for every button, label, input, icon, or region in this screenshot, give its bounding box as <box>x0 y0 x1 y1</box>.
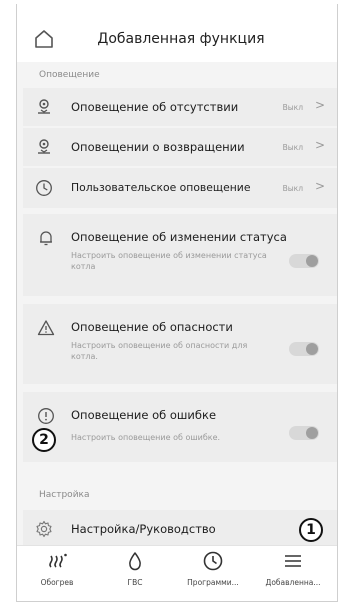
tab-added-functions[interactable]: Добавленна... <box>255 550 331 587</box>
chevron-right-icon: > <box>314 179 325 193</box>
card-title: Оповещение об ошибке <box>71 408 217 422</box>
row-label: Настройка/Руководство <box>71 522 216 536</box>
tab-heating[interactable]: Обогрев <box>19 550 95 587</box>
section-label-settings: Настройка <box>39 490 90 500</box>
danger-notification-card: Оповещение об опасности Настроить оповещ… <box>23 304 337 384</box>
clock-icon <box>203 551 223 571</box>
callout-marker-1: 1 <box>299 518 323 542</box>
water-drop-icon <box>129 552 141 571</box>
card-description: Настроить оповещение об изменении статус… <box>71 251 267 271</box>
status-change-toggle[interactable] <box>289 254 319 268</box>
header: Добавленная функция <box>17 4 337 62</box>
row-value: Выкл <box>282 184 303 193</box>
section-label-notifications: Оповещение <box>39 70 100 80</box>
bell-icon <box>40 231 52 246</box>
error-notification-card: Оповещение об ошибке Настроить оповещени… <box>23 392 337 462</box>
card-description: Настроить оповещение об опасности для ко… <box>71 341 248 361</box>
absence-notification-row[interactable]: Оповещение об отсутствии Выкл > <box>23 88 337 126</box>
chevron-right-icon: > <box>314 98 325 112</box>
row-label: Оповещение об отсутствии <box>71 100 239 114</box>
tab-label: Обогрев <box>40 578 74 587</box>
danger-toggle[interactable] <box>289 342 319 356</box>
card-description: Настроить оповещение об ошибке. <box>71 433 221 442</box>
return-notification-row[interactable]: Оповещении о возвращении Выкл > <box>23 128 337 166</box>
row-label: Пользовательское оповещение <box>71 181 251 194</box>
settings-guide-row[interactable]: Настройка/Руководство <box>23 510 337 550</box>
status-change-notification-card: Оповещение об изменении статуса Настроит… <box>23 214 337 296</box>
tab-label: ГВС <box>127 578 143 587</box>
person-pin-icon <box>38 99 50 114</box>
row-value: Выкл <box>282 103 303 112</box>
custom-notification-row[interactable]: Пользовательское оповещение Выкл > <box>23 168 337 208</box>
bottom-tab-bar: Обогрев ГВС Программи... Добавленна... <box>17 545 337 601</box>
tab-hot-water[interactable]: ГВС <box>97 550 173 587</box>
card-title: Оповещение об изменении статуса <box>71 230 287 244</box>
clock-icon <box>36 180 52 196</box>
page-title: Добавленная функция <box>97 31 265 47</box>
gear-icon <box>36 520 52 538</box>
chevron-right-icon: > <box>314 138 325 152</box>
tab-label: Программи... <box>187 578 239 587</box>
person-pin-icon <box>38 139 50 154</box>
warning-icon <box>37 320 55 336</box>
row-value: Выкл <box>282 143 303 152</box>
menu-icon <box>285 555 301 567</box>
card-title: Оповещение об опасности <box>71 320 233 334</box>
error-toggle[interactable] <box>289 426 319 440</box>
callout-marker-2: 2 <box>32 428 56 452</box>
heating-icon <box>49 553 67 568</box>
info-circle-icon <box>38 408 54 424</box>
tab-label: Добавленна... <box>265 578 321 587</box>
row-label: Оповещении о возвращении <box>71 140 245 154</box>
app-screen: Добавленная функция Оповещение Оповещени… <box>16 4 338 602</box>
tab-schedule[interactable]: Программи... <box>175 550 251 587</box>
